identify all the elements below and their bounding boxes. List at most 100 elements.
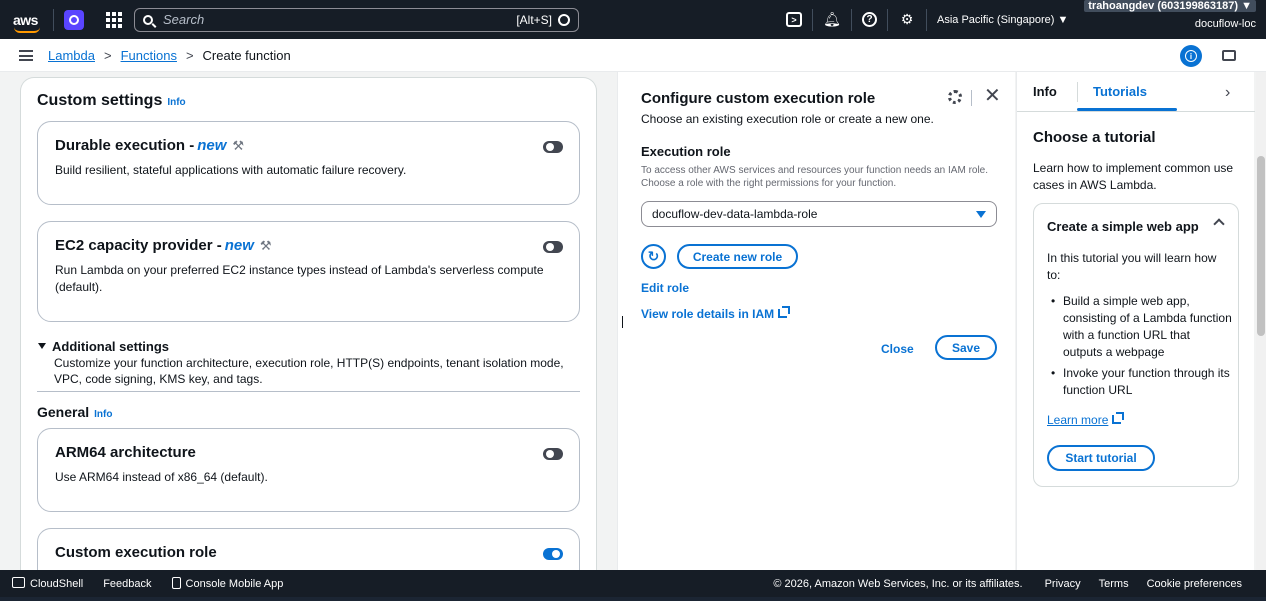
nav-divider bbox=[887, 8, 888, 31]
arm64-title: ARM64 architecture bbox=[55, 444, 196, 461]
configure-role-title: Configure custom execution role bbox=[641, 90, 876, 107]
cloudshell-icon[interactable]: > bbox=[786, 12, 802, 27]
aws-logo[interactable]: aws bbox=[13, 11, 43, 33]
new-badge: new bbox=[197, 137, 227, 154]
console-mobile-app-link[interactable]: Console Mobile App bbox=[171, 577, 284, 590]
copyright-text: © 2026, Amazon Web Services, Inc. or its… bbox=[773, 577, 1023, 590]
general-title: General bbox=[37, 404, 90, 420]
list-item: Build a simple web app, consisting of a … bbox=[1047, 293, 1232, 361]
caret-down-icon bbox=[38, 343, 46, 349]
account-user: docuflow-loc bbox=[1194, 18, 1256, 30]
search-shortcut: [Alt+S] bbox=[516, 12, 552, 27]
new-badge: new bbox=[224, 237, 254, 254]
custom-settings-title: Custom settings bbox=[37, 92, 163, 109]
chevron-up-icon[interactable] bbox=[1213, 218, 1225, 230]
search-box[interactable]: [Alt+S] bbox=[134, 7, 579, 32]
custom-settings-info-link[interactable]: Info bbox=[167, 97, 185, 108]
feedback-panel-icon[interactable] bbox=[1222, 50, 1236, 61]
active-tab-indicator bbox=[1077, 108, 1177, 111]
learn-more-link[interactable]: Learn more bbox=[1047, 412, 1125, 427]
general-header: General Info bbox=[37, 404, 112, 420]
breadcrumb-bar: Lambda > Functions > Create function i bbox=[0, 39, 1266, 72]
start-tutorial-button[interactable]: Start tutorial bbox=[1047, 445, 1155, 471]
nav-divider bbox=[926, 8, 927, 31]
durable-execution-card: Durable execution - new ⚒ Build resilient,… bbox=[37, 121, 580, 205]
breadcrumb-functions[interactable]: Functions bbox=[121, 48, 177, 63]
execution-role-label: Execution role bbox=[641, 144, 731, 159]
top-navigation: aws [Alt+S] > 🔔︎ ? ⚙ Asia Pacific (Singa… bbox=[0, 0, 1266, 39]
services-grid-icon[interactable] bbox=[106, 11, 122, 28]
cookie-preferences-link[interactable]: Cookie preferences bbox=[1147, 578, 1242, 590]
custom-settings-panel: Custom settings Info Durable execution -n… bbox=[20, 77, 597, 577]
text-cursor bbox=[622, 316, 623, 328]
durable-execution-desc: Build resilient, stateful applications w… bbox=[55, 163, 407, 177]
nav-divider bbox=[53, 8, 54, 31]
help-icon[interactable]: ? bbox=[862, 12, 877, 27]
mobile-icon bbox=[171, 577, 181, 589]
taskbar-strip bbox=[0, 597, 1266, 601]
account-name[interactable]: trahoangdev (603199863187) ▼ bbox=[1084, 0, 1256, 12]
aws-logo-text: aws bbox=[13, 11, 38, 28]
privacy-link[interactable]: Privacy bbox=[1045, 578, 1081, 590]
scrollbar-thumb[interactable] bbox=[1257, 156, 1265, 336]
custom-settings-header: Custom settings Info bbox=[37, 92, 186, 110]
ec2-capacity-card: EC2 capacity provider - new ⚒ Run Lambda o… bbox=[37, 221, 580, 322]
cloudshell-icon bbox=[12, 577, 25, 588]
additional-settings-desc: Customize your function architecture, ex… bbox=[54, 356, 564, 386]
search-input[interactable] bbox=[163, 12, 517, 27]
custom-execution-role-title: Custom execution role bbox=[55, 544, 217, 561]
tutorial-title[interactable]: Create a simple web app bbox=[1047, 219, 1199, 234]
edit-role-link[interactable]: Edit role bbox=[641, 281, 689, 295]
additional-settings-title[interactable]: Additional settings bbox=[52, 339, 169, 354]
tab-tutorials[interactable]: Tutorials bbox=[1093, 84, 1147, 99]
execution-role-select[interactable]: docuflow-dev-data-lambda-role bbox=[641, 201, 997, 227]
settings-gear-icon[interactable]: ⚙ bbox=[898, 11, 916, 29]
save-button[interactable]: Save bbox=[935, 335, 997, 360]
footer: CloudShell Feedback Console Mobile App ©… bbox=[0, 570, 1266, 597]
create-new-role-button[interactable]: Create new role bbox=[677, 244, 798, 269]
execution-role-value: docuflow-dev-data-lambda-role bbox=[652, 207, 818, 221]
tab-info[interactable]: Info bbox=[1033, 84, 1057, 99]
arm64-card: ARM64 architecture Use ARM64 instead of … bbox=[37, 428, 580, 512]
scrollbar[interactable] bbox=[1256, 72, 1266, 570]
terms-link[interactable]: Terms bbox=[1099, 578, 1129, 590]
clear-search-icon[interactable] bbox=[558, 13, 570, 26]
additional-settings-expander[interactable]: Additional settings Customize your funct… bbox=[38, 339, 581, 387]
gear-icon[interactable] bbox=[948, 90, 962, 104]
chevron-right-icon[interactable]: › bbox=[1225, 84, 1230, 102]
ec2-title-text: EC2 capacity provider - bbox=[55, 237, 222, 254]
nav-divider bbox=[812, 8, 813, 31]
ec2-capacity-toggle[interactable] bbox=[543, 241, 563, 253]
view-role-details-link[interactable]: View role details in IAM bbox=[641, 306, 791, 321]
arm64-toggle[interactable] bbox=[543, 448, 563, 460]
ec2-capacity-title: EC2 capacity provider - new ⚒ bbox=[55, 237, 272, 254]
nav-divider bbox=[851, 8, 852, 31]
durable-execution-toggle[interactable] bbox=[543, 141, 563, 153]
bell-icon[interactable]: 🔔︎ bbox=[823, 11, 841, 29]
durable-title-text: Durable execution - bbox=[55, 137, 195, 154]
close-icon[interactable]: ✕ bbox=[984, 86, 1001, 106]
feedback-link[interactable]: Feedback bbox=[103, 578, 151, 590]
tutorial-intro: In this tutorial you will learn how to: bbox=[1047, 251, 1217, 282]
info-panel-button[interactable]: i bbox=[1180, 45, 1202, 67]
region-selector[interactable]: Asia Pacific (Singapore) ▼ bbox=[937, 14, 1068, 26]
tutorial-steps: Build a simple web app, consisting of a … bbox=[1047, 293, 1232, 403]
panel-divider bbox=[971, 90, 972, 106]
learn-more-text: Learn more bbox=[1047, 413, 1109, 427]
mobile-app-text: Console Mobile App bbox=[185, 578, 284, 590]
custom-execution-role-toggle[interactable] bbox=[543, 548, 563, 560]
general-info-link[interactable]: Info bbox=[94, 409, 112, 420]
cloudshell-link[interactable]: CloudShell bbox=[12, 577, 83, 590]
tutorials-side-panel: Info Tutorials › Choose a tutorial Learn… bbox=[1016, 72, 1255, 570]
arm64-desc: Use ARM64 instead of x86_64 (default). bbox=[55, 470, 268, 484]
durable-execution-title: Durable execution - new ⚒ bbox=[55, 137, 244, 154]
menu-icon[interactable] bbox=[19, 49, 33, 61]
breadcrumb-separator: > bbox=[103, 47, 112, 63]
app-badge-icon[interactable] bbox=[64, 9, 84, 30]
account-menu[interactable]: trahoangdev (603199863187) ▼ docuflow-lo… bbox=[1084, 0, 1256, 30]
breadcrumb-lambda[interactable]: Lambda bbox=[48, 48, 95, 63]
execution-role-desc: To access other AWS services and resourc… bbox=[641, 165, 989, 189]
configure-role-subtitle: Choose an existing execution role or cre… bbox=[641, 112, 934, 126]
close-button[interactable]: Close bbox=[881, 342, 914, 356]
refresh-icon[interactable]: ↻ bbox=[641, 244, 666, 269]
